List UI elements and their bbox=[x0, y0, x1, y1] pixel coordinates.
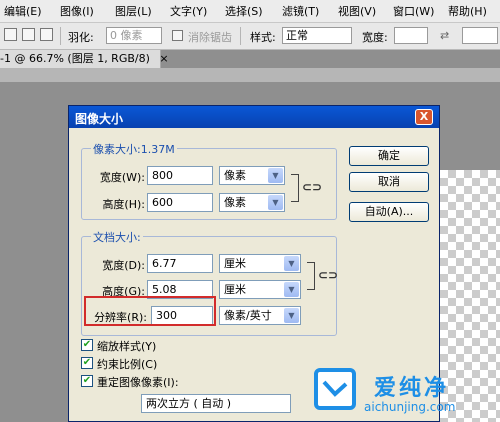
divider bbox=[60, 27, 61, 45]
style-select[interactable]: 正常 bbox=[282, 27, 352, 44]
resample-label: 重定图像像素(I): bbox=[97, 376, 179, 389]
pixel-height-label: 高度(H): bbox=[102, 198, 145, 211]
pixel-dimensions-title: 像素大小:1.37M bbox=[91, 141, 177, 157]
chevron-down-icon: ▼ bbox=[284, 308, 299, 323]
doc-width-unit: 厘米 bbox=[224, 257, 246, 270]
feather-input[interactable]: 0 像素 bbox=[106, 27, 162, 44]
resample-checkbox[interactable]: ✔ bbox=[81, 375, 93, 387]
chevron-down-icon: ▼ bbox=[268, 168, 283, 183]
watermark: 爱纯净 aichunjing.com bbox=[300, 360, 500, 422]
resample-method-value: 两次立方 ( 自动 ) bbox=[146, 397, 232, 410]
chevron-down-icon: ▼ bbox=[268, 195, 283, 210]
menu-edit[interactable]: 编辑(E) bbox=[4, 3, 42, 19]
close-icon[interactable]: × bbox=[159, 52, 168, 65]
feather-label: 羽化: bbox=[68, 31, 94, 44]
style-label: 样式: bbox=[250, 31, 276, 44]
menu-image[interactable]: 图像(I) bbox=[60, 3, 94, 19]
menu-window[interactable]: 窗口(W) bbox=[393, 3, 434, 19]
doc-width-unit-select[interactable]: 厘米 ▼ bbox=[219, 254, 301, 273]
options-bar: 羽化: 0 像素 消除锯齿 样式: 正常 宽度: ⇄ bbox=[0, 23, 500, 50]
resolution-unit-select[interactable]: 像素/英寸 ▼ bbox=[219, 306, 301, 325]
selection-mode-icon[interactable] bbox=[4, 28, 17, 41]
pixel-height-unit: 像素 bbox=[224, 196, 246, 209]
link-bracket bbox=[307, 262, 315, 290]
menu-filter[interactable]: 滤镜(T) bbox=[282, 3, 319, 19]
divider bbox=[240, 27, 241, 45]
document-tab[interactable]: -1 @ 66.7% (图层 1, RGB/8) × bbox=[0, 50, 169, 68]
pixel-height-input[interactable]: 600 bbox=[147, 193, 213, 212]
chain-link-icon: ⊂⊃ bbox=[302, 180, 323, 194]
subtract-selection-icon[interactable] bbox=[40, 28, 53, 41]
constrain-proportions-checkbox[interactable]: ✔ bbox=[81, 357, 93, 369]
ok-button[interactable]: 确定 bbox=[349, 146, 429, 166]
doc-width-input[interactable]: 6.77 bbox=[147, 254, 213, 273]
pixel-width-label: 宽度(W): bbox=[99, 171, 145, 184]
resample-method-select[interactable]: 两次立方 ( 自动 ) bbox=[141, 394, 291, 413]
antialias-checkbox[interactable] bbox=[172, 30, 183, 41]
width-input[interactable] bbox=[394, 27, 428, 44]
resolution-unit: 像素/英寸 bbox=[224, 309, 272, 322]
auto-button[interactable]: 自动(A)... bbox=[349, 202, 429, 222]
scale-styles-label: 缩放样式(Y) bbox=[97, 340, 157, 353]
resolution-highlight-box bbox=[84, 296, 216, 326]
menu-help[interactable]: 帮助(H) bbox=[448, 3, 487, 19]
add-selection-icon[interactable] bbox=[22, 28, 35, 41]
watermark-logo-icon bbox=[314, 368, 356, 410]
document-size-title: 文档大小: bbox=[91, 229, 143, 245]
pixel-height-unit-select[interactable]: 像素 ▼ bbox=[219, 193, 285, 212]
dialog-title: 图像大小 bbox=[75, 112, 124, 126]
constrain-proportions-label: 约束比例(C) bbox=[97, 358, 158, 371]
swap-icon[interactable]: ⇄ bbox=[440, 29, 449, 42]
height-input[interactable] bbox=[462, 27, 498, 44]
doc-width-label: 宽度(D): bbox=[102, 259, 145, 272]
doc-height-unit-select[interactable]: 厘米 ▼ bbox=[219, 280, 301, 299]
menu-layer[interactable]: 图层(L) bbox=[115, 3, 152, 19]
doc-height-unit: 厘米 bbox=[224, 283, 246, 296]
watermark-logo-mark bbox=[322, 380, 348, 397]
menu-bar: 编辑(E) 图像(I) 图层(L) 文字(Y) 选择(S) 滤镜(T) 视图(V… bbox=[0, 0, 500, 23]
watermark-text: 爱纯净 bbox=[374, 376, 450, 401]
width-label: 宽度: bbox=[362, 31, 388, 44]
scale-styles-checkbox[interactable]: ✔ bbox=[81, 339, 93, 351]
chevron-down-icon: ▼ bbox=[284, 256, 299, 271]
dialog-title-bar[interactable]: 图像大小 X bbox=[69, 106, 439, 128]
link-bracket bbox=[291, 174, 299, 202]
document-tab-label: -1 @ 66.7% (图层 1, RGB/8) bbox=[0, 52, 150, 65]
ruler-strip bbox=[0, 68, 500, 82]
watermark-url: aichunjing.com bbox=[364, 400, 456, 414]
pixel-width-unit-select[interactable]: 像素 ▼ bbox=[219, 166, 285, 185]
menu-select[interactable]: 选择(S) bbox=[225, 3, 263, 19]
chevron-down-icon: ▼ bbox=[284, 282, 299, 297]
close-icon[interactable]: X bbox=[415, 109, 433, 125]
pixel-width-unit: 像素 bbox=[224, 169, 246, 182]
menu-type[interactable]: 文字(Y) bbox=[170, 3, 207, 19]
cancel-button[interactable]: 取消 bbox=[349, 172, 429, 192]
pixel-width-input[interactable]: 800 bbox=[147, 166, 213, 185]
chain-link-icon: ⊂⊃ bbox=[318, 268, 339, 282]
antialias-label: 消除锯齿 bbox=[188, 31, 232, 44]
menu-view[interactable]: 视图(V) bbox=[338, 3, 376, 19]
